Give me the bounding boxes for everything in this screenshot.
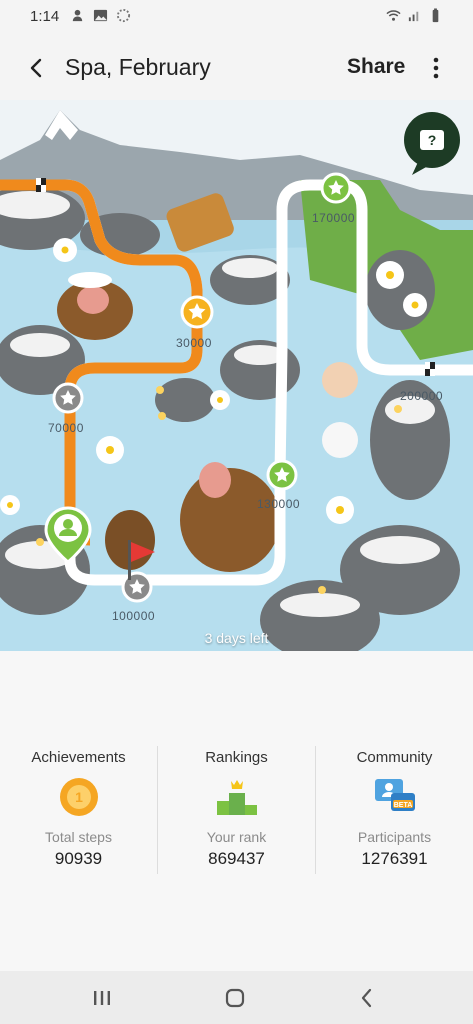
start-flag — [36, 178, 46, 192]
sync-icon — [116, 8, 131, 23]
notification-icon — [72, 9, 83, 22]
rankings-value: 869437 — [208, 849, 265, 868]
status-icons-left — [70, 8, 131, 23]
system-nav-bar — [0, 971, 473, 1024]
community-value: 1276391 — [361, 849, 428, 868]
svg-text:1: 1 — [75, 789, 83, 805]
status-bar: 1:14 — [0, 0, 473, 34]
podium-icon — [216, 780, 257, 815]
days-left-label: 3 days left — [204, 630, 269, 646]
milestone-label-100000: 100000 — [112, 609, 156, 623]
more-vert-icon[interactable] — [424, 52, 448, 84]
achievements-title: Achievements — [31, 749, 126, 766]
achievements-sublabel: Total steps — [45, 829, 112, 845]
milestone-70000[interactable] — [52, 382, 84, 414]
home-icon[interactable] — [220, 983, 250, 1013]
share-button[interactable]: Share — [347, 55, 405, 79]
signal-icon — [408, 11, 419, 22]
medal-icon: 1 — [59, 778, 98, 816]
app-bar: Spa, February Share — [0, 34, 473, 100]
recents-icon[interactable] — [87, 983, 117, 1013]
wifi-icon — [386, 10, 401, 21]
community-sublabel: Participants — [357, 829, 432, 845]
milestone-label-70000: 70000 — [48, 421, 84, 435]
challenge-map: ? 30000 70000 100000 130000 170000 20000… — [0, 100, 473, 651]
nav-back-icon[interactable] — [352, 983, 382, 1013]
milestone-label-30000: 30000 — [176, 336, 212, 350]
finish-flag — [425, 362, 435, 376]
back-button[interactable] — [20, 52, 52, 84]
page-title: Spa, February — [65, 54, 211, 80]
milestone-label-170000: 170000 — [312, 211, 356, 225]
community-beta-icon: BETA — [374, 779, 415, 811]
status-icons-right — [386, 8, 443, 23]
milestone-130000[interactable] — [266, 459, 298, 491]
community-title: Community — [356, 749, 433, 766]
milestone-100000[interactable] — [121, 571, 153, 603]
image-icon — [93, 9, 108, 22]
svg-text:?: ? — [428, 132, 437, 148]
rankings-sublabel: Your rank — [206, 829, 267, 845]
battery-icon — [432, 8, 439, 23]
rankings-title: Rankings — [205, 749, 268, 766]
stats-panel: Achievements 1 Total steps 90939 Ranking… — [0, 651, 473, 971]
achievements-value: 90939 — [54, 849, 103, 868]
milestone-label-200000: 200000 — [400, 389, 444, 403]
milestone-170000[interactable] — [320, 172, 352, 204]
milestone-label-130000: 130000 — [257, 497, 301, 511]
status-time: 1:14 — [30, 8, 60, 25]
achievements-card[interactable]: Achievements 1 Total steps 90939 — [0, 746, 157, 876]
rankings-card[interactable]: Rankings Your rank 869437 — [158, 746, 315, 876]
community-card[interactable]: Community BETA Participants 1276391 — [316, 746, 473, 876]
map-illustration: ? — [0, 100, 473, 651]
beta-badge: BETA — [393, 802, 412, 809]
milestone-30000[interactable] — [180, 295, 214, 329]
